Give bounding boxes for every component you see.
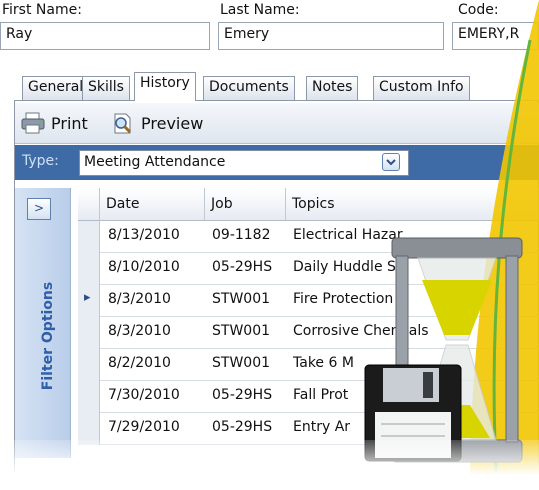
bottom-fade	[0, 440, 539, 490]
tab-history[interactable]: History	[134, 72, 196, 101]
decorative-overlay	[364, 0, 539, 490]
